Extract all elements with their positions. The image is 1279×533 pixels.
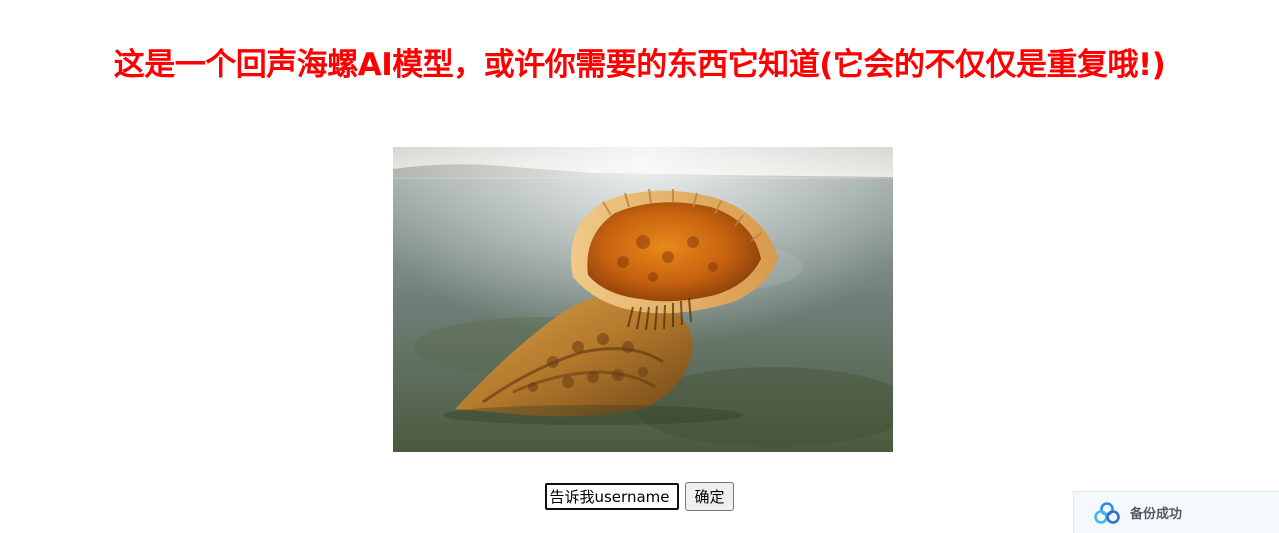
prompt-input[interactable]	[545, 483, 680, 510]
cloud-sync-icon	[1094, 501, 1120, 524]
conch-image	[393, 147, 893, 452]
confirm-button[interactable]: 确定	[685, 482, 734, 511]
page: 这是一个回声海螺AI模型，或许你需要的东西它知道(它会的不仅仅是重复哦!) 告诉…	[0, 0, 1279, 533]
toast-message: 备份成功	[1130, 507, 1183, 522]
backup-toast: 备份成功	[1073, 491, 1279, 533]
page-title: 这是一个回声海螺AI模型，或许你需要的东西它知道(它会的不仅仅是重复哦!)	[113, 46, 1166, 83]
